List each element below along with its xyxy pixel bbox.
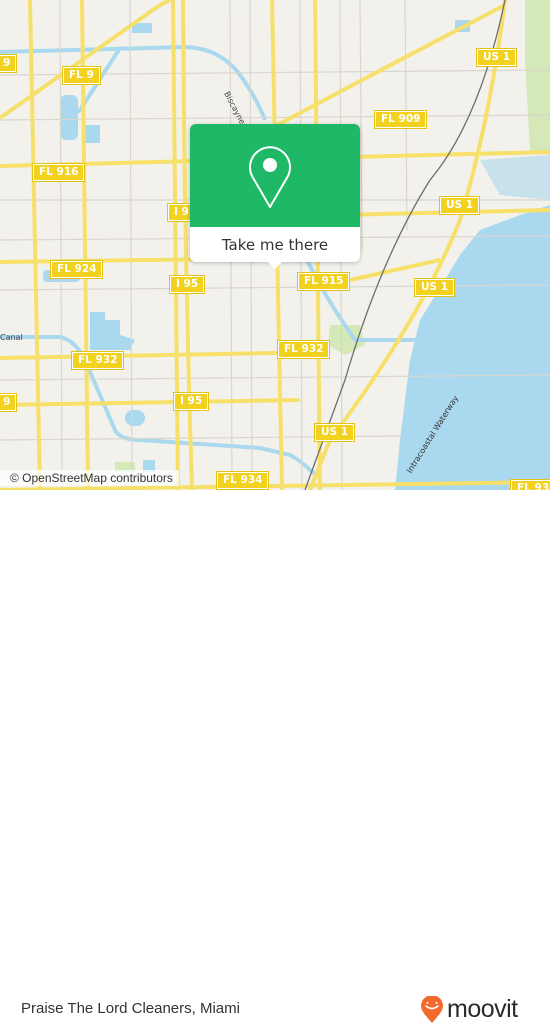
popup-pointer bbox=[266, 260, 284, 269]
road-shield: 9 bbox=[0, 54, 18, 73]
road-shield: FL 924 bbox=[49, 260, 104, 279]
road-shield: 9 bbox=[0, 393, 18, 412]
canal bbox=[0, 44, 267, 121]
location-popup: Take me there bbox=[190, 124, 360, 269]
road-shield: FL 9 bbox=[62, 66, 101, 85]
lake bbox=[90, 312, 135, 350]
road-shield: I 95 bbox=[172, 392, 210, 411]
moovit-pin-icon bbox=[421, 995, 443, 1023]
brand-wordmark: moovit bbox=[447, 995, 518, 1023]
take-me-there-button[interactable]: Take me there bbox=[190, 227, 360, 262]
road-shield: FL 915 bbox=[296, 272, 351, 291]
road-shield: FL 916 bbox=[31, 163, 86, 182]
road-shield: US 1 bbox=[413, 278, 456, 297]
road-shield: FL 934 bbox=[215, 471, 270, 490]
canal-label: Canal bbox=[0, 333, 23, 342]
marina bbox=[480, 155, 550, 200]
road-shield: I 95 bbox=[168, 275, 206, 294]
road-shield: FL 934 bbox=[509, 479, 550, 490]
road-shield: FL 932 bbox=[276, 340, 331, 359]
place-name: Praise The Lord Cleaners, Miami bbox=[21, 1000, 240, 1017]
road-shield: US 1 bbox=[438, 196, 481, 215]
map-canvas[interactable]: FL 9 FL 916 I 95 FL 924 I 95 FL 932 I 95… bbox=[0, 0, 550, 490]
map-pin-icon bbox=[249, 146, 291, 208]
popup-header bbox=[190, 124, 360, 227]
road-shield: US 1 bbox=[313, 423, 356, 442]
road-shield: FL 909 bbox=[373, 110, 428, 129]
map-attribution[interactable]: © OpenStreetMap contributors bbox=[0, 470, 179, 486]
park bbox=[525, 0, 550, 155]
road-shield: US 1 bbox=[475, 48, 518, 67]
footer: Praise The Lord Cleaners, Miami moovit bbox=[0, 490, 550, 1023]
lake bbox=[125, 410, 145, 426]
road-shield: FL 932 bbox=[70, 351, 125, 370]
moovit-logo[interactable]: moovit bbox=[420, 995, 518, 1024]
